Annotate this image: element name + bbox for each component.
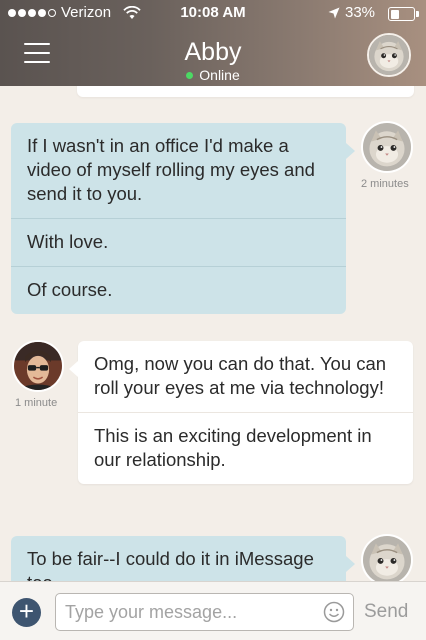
battery-icon xyxy=(388,7,419,21)
sender-avatar[interactable] xyxy=(361,534,413,581)
contact-name: Abby xyxy=(184,38,242,66)
status-bar: Verizon 10:08 AM 33% xyxy=(0,0,426,28)
online-status-label: Online xyxy=(199,67,240,83)
message-text: Of course. xyxy=(11,266,346,314)
message-text: With love. xyxy=(11,218,346,266)
outgoing-message-bubble[interactable]: If I wasn't in an office I'd make a vide… xyxy=(11,123,355,314)
contact-avatar[interactable] xyxy=(367,33,411,77)
sender-avatar[interactable] xyxy=(361,121,413,173)
online-indicator-icon xyxy=(186,72,194,79)
kitten-avatar-icon xyxy=(363,123,411,171)
app-header: Verizon 10:08 AM 33% Abby Online xyxy=(0,0,426,86)
user-avatar-icon xyxy=(14,342,62,390)
previous-message-bubble xyxy=(77,86,414,97)
message-timestamp: 1 minute xyxy=(15,397,58,409)
sender-avatar[interactable] xyxy=(12,340,64,392)
send-button[interactable]: Send xyxy=(364,601,408,623)
battery-percentage: 33% xyxy=(345,4,376,21)
outgoing-message-bubble[interactable]: To be fair--I could do it in iMessage to… xyxy=(11,536,355,581)
message-text: If I wasn't in an office I'd make a vide… xyxy=(27,135,315,204)
message-text: To be fair--I could do it in iMessage to… xyxy=(27,548,314,581)
incoming-message-bubble[interactable]: Omg, now you can do that. You can roll y… xyxy=(69,341,413,484)
message-timestamp: 2 minutes xyxy=(361,178,409,190)
smiley-icon[interactable] xyxy=(323,601,345,623)
message-text: Omg, now you can do that. You can roll y… xyxy=(94,353,387,398)
message-input[interactable] xyxy=(55,593,354,631)
plus-icon[interactable]: + xyxy=(12,598,41,627)
message-text: This is an exciting development in our r… xyxy=(78,412,413,484)
message-composer: + Send xyxy=(0,581,426,640)
location-arrow-icon xyxy=(328,7,340,19)
kitten-avatar-icon xyxy=(363,536,411,581)
online-status: Online xyxy=(0,67,426,83)
kitten-avatar-icon xyxy=(369,35,409,75)
message-list[interactable]: If I wasn't in an office I'd make a vide… xyxy=(0,86,426,581)
